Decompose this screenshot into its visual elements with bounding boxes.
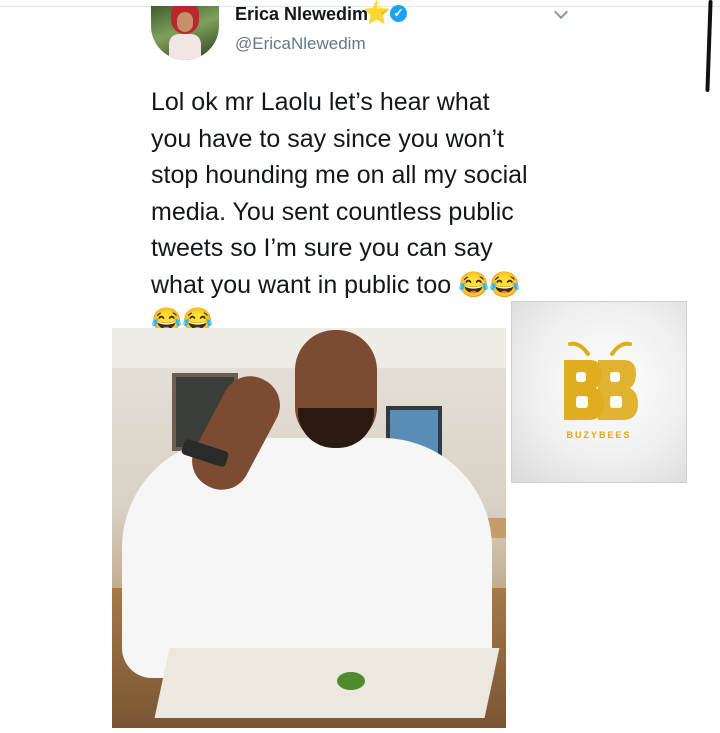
chevron-down-icon[interactable] (553, 4, 569, 20)
star-icon: ⭐ (363, 0, 391, 25)
tweet-photo[interactable] (112, 328, 506, 728)
verified-icon: ✓ (390, 5, 407, 22)
buzybees-logo-icon (564, 341, 638, 420)
user-handle[interactable]: @EricaNlewedim (235, 34, 366, 54)
display-name[interactable]: Erica Nlewedim (235, 4, 368, 25)
logo-caption: BUZYBEES (566, 430, 632, 440)
pen-stroke-mark (705, 0, 713, 93)
buzybees-logo-card: BUZYBEES (511, 301, 687, 483)
avatar[interactable] (151, 6, 219, 60)
